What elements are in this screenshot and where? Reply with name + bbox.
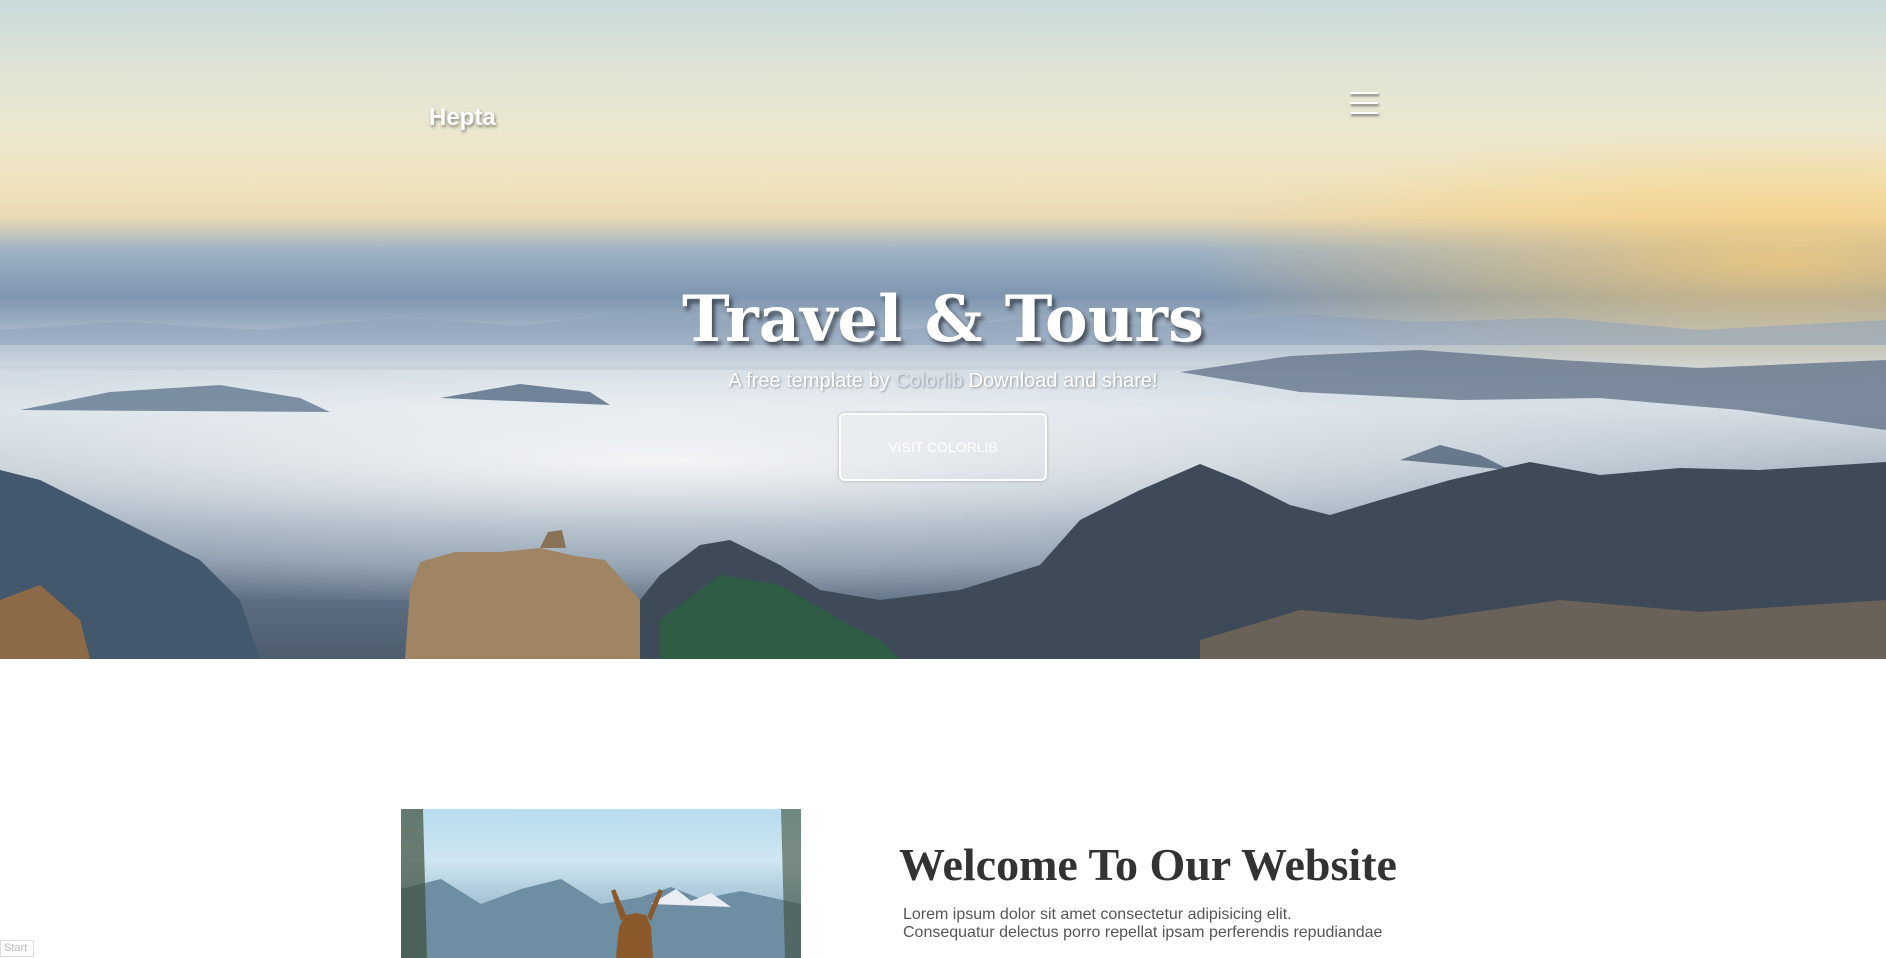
colorlib-link[interactable]: Colorlib	[895, 370, 963, 392]
traveler-photo	[401, 809, 801, 958]
rock-top	[540, 530, 566, 548]
photo-mountains	[401, 879, 801, 958]
hero-subtitle-suffix: Download and share!	[968, 370, 1158, 392]
hero-subtitle-prefix: A free template by	[728, 370, 890, 392]
start-status-label: Start	[0, 940, 34, 957]
hero-section: Hepta Travel & Tours A free template by …	[0, 0, 1886, 659]
welcome-heading: Welcome To Our Website	[899, 839, 1397, 890]
visit-colorlib-button[interactable]: VISIT COLORLIB	[839, 413, 1047, 481]
traveler-photo-art	[401, 809, 801, 958]
far-peak-right	[1400, 445, 1510, 470]
menu-bar-middle	[1350, 102, 1378, 104]
hamburger-menu-icon[interactable]	[1350, 92, 1378, 122]
menu-bar-bottom	[1350, 112, 1378, 114]
welcome-text-line-1: Lorem ipsum dolor sit amet consectetur a…	[903, 906, 1292, 923]
rock-pillar	[405, 548, 660, 659]
welcome-paragraph: Lorem ipsum dolor sit amet consectetur a…	[903, 906, 1423, 942]
photo-tree-left	[401, 809, 427, 958]
site-brand-logo[interactable]: Hepta	[429, 104, 496, 132]
menu-bar-top	[1350, 92, 1378, 94]
welcome-text-line-2: Consequatur delectus porro repellat ipsa…	[903, 924, 1383, 941]
hero-subtitle: A free template by Colorlib Download and…	[0, 370, 1886, 393]
hero-title: Travel & Tours	[682, 282, 1204, 357]
